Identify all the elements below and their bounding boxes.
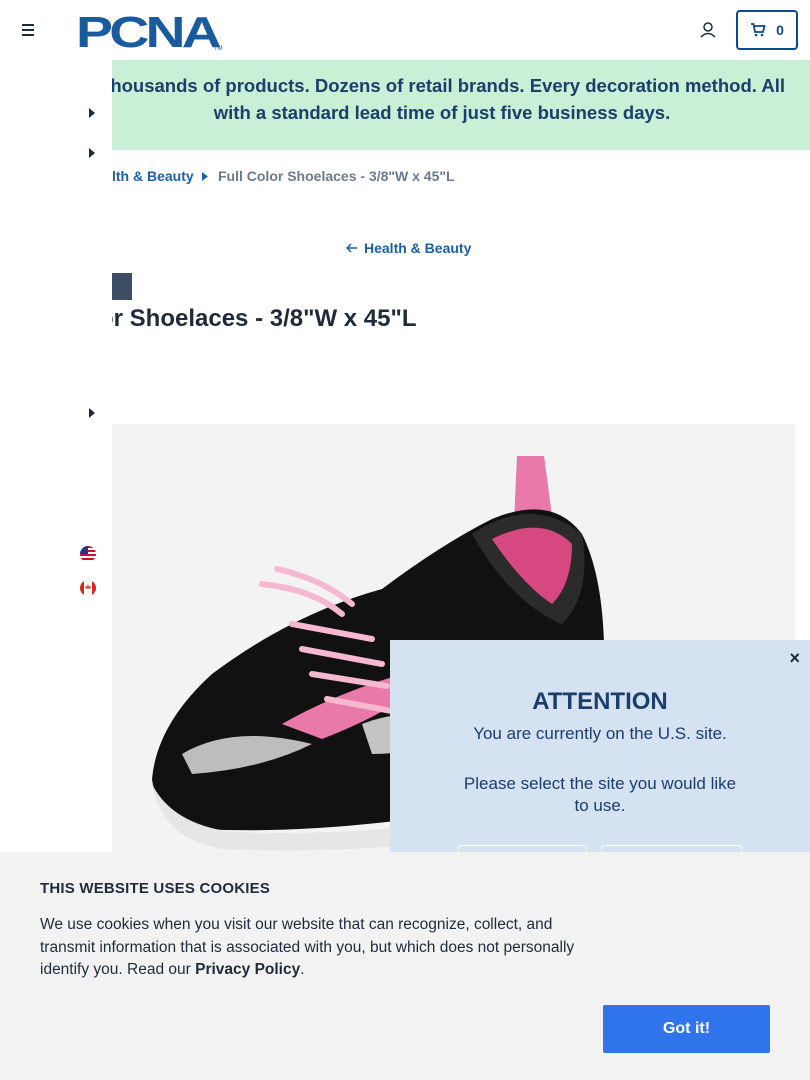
arrow-left-icon [346, 243, 357, 253]
hamburger-menu-icon[interactable] [18, 20, 38, 40]
account-icon[interactable] [698, 20, 718, 40]
promo-banner: Thousands of products. Dozens of retail … [99, 60, 810, 150]
caret-right-icon[interactable] [88, 408, 96, 418]
breadcrumb-current: Full Color Shoelaces - 3/8"W x 45"L [218, 168, 455, 184]
us-flag-icon[interactable] [80, 546, 96, 562]
popup-title: ATTENTION [532, 688, 668, 715]
privacy-policy-link[interactable]: Privacy Policy [195, 961, 300, 978]
cart-icon [751, 23, 766, 37]
cookie-title: THIS WEBSITE USES COOKIES [40, 880, 271, 897]
back-link-label: Health & Beauty [364, 240, 472, 256]
site-header: PCNA TM 0 [0, 0, 810, 60]
caret-right-icon[interactable] [88, 148, 96, 158]
breadcrumb-parent-link[interactable]: lth & Beauty [112, 168, 194, 184]
close-icon[interactable]: × [789, 648, 800, 669]
popup-current-site-text: You are currently on the U.S. site. [473, 724, 727, 743]
cart-button[interactable]: 0 [736, 10, 798, 50]
breadcrumb-separator-icon [202, 172, 208, 181]
product-title: or Shoelaces - 3/8"W x 45"L [112, 305, 417, 332]
promo-banner-text: Thousands of products. Dozens of retail … [99, 75, 785, 123]
svg-text:PCNA: PCNA [76, 10, 221, 52]
caret-right-icon[interactable] [88, 108, 96, 118]
site-selection-popup: × ATTENTION You are currently on the U.S… [390, 640, 810, 885]
got-it-button[interactable]: Got it! [603, 1005, 770, 1053]
back-to-category-link[interactable]: Health & Beauty [346, 240, 471, 256]
popup-instruction-text: Please select the site you would like to… [463, 774, 737, 815]
product-category-tag: ry [112, 273, 132, 300]
pcna-logo[interactable]: PCNA TM [76, 10, 226, 52]
cookie-banner: THIS WEBSITE USES COOKIES We use cookies… [0, 852, 810, 1080]
cookie-text: We use cookies when you visit our websit… [40, 916, 575, 978]
svg-text:TM: TM [214, 46, 223, 52]
canada-flag-icon[interactable] [80, 580, 96, 596]
cart-count: 0 [776, 22, 784, 38]
page: PCNA TM 0 Thousands of products. Dozens … [0, 0, 810, 1080]
